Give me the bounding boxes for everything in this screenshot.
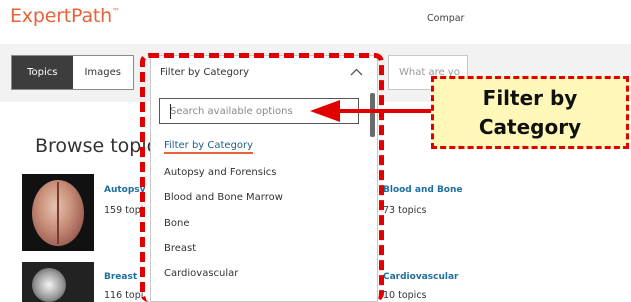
brain-midline (57, 182, 59, 244)
text-cursor (170, 104, 171, 119)
category-name-breast[interactable]: Breast (104, 272, 150, 282)
category-name-blood-bone[interactable]: Blood and Bone (383, 185, 463, 195)
category-filter-select[interactable]: Filter by Category (150, 55, 378, 90)
content-type-tabs: Topics Images (11, 55, 134, 90)
category-filter-value: Filter by Category (160, 67, 250, 78)
expertpath-logo[interactable]: ExpertPath™ (10, 5, 120, 27)
option-blood-bone-marrow[interactable]: Blood and Bone Marrow (164, 192, 283, 203)
option-cardiovascular[interactable]: Cardiovascular (164, 268, 238, 279)
annotation-line-1: Filter by (482, 85, 578, 110)
annotation-callout: Filter by Category (431, 76, 629, 149)
tab-topics[interactable]: Topics (12, 56, 73, 89)
breast-xray-image (32, 268, 66, 302)
breast-thumbnail[interactable] (22, 262, 94, 302)
category-count-blood-bone: 73 topics (383, 205, 427, 216)
option-breast[interactable]: Breast (164, 243, 196, 254)
annotation-line-2: Category (478, 114, 582, 139)
logo-trademark: ™ (112, 7, 120, 16)
category-count-breast: 116 topi (104, 290, 144, 301)
annotation-arrow-icon (310, 100, 434, 122)
category-count-autopsy: 159 topi (104, 205, 144, 216)
nav-compare-link[interactable]: Compar (427, 13, 464, 24)
category-name-cardiovascular[interactable]: Cardiovascular (383, 272, 463, 282)
logo-text: ExpertPath (10, 5, 112, 27)
chevron-up-icon[interactable] (350, 66, 363, 79)
category-count-cardiovascular: 10 topics (383, 290, 427, 301)
option-bone[interactable]: Bone (164, 218, 189, 229)
category-name-autopsy[interactable]: Autopsy (104, 185, 150, 195)
tab-images[interactable]: Images (73, 56, 134, 89)
browse-topics-heading: Browse topic (35, 135, 152, 157)
option-autopsy-forensics[interactable]: Autopsy and Forensics (164, 167, 276, 178)
autopsy-thumbnail[interactable] (22, 174, 94, 251)
option-filter-by-category[interactable]: Filter by Category (164, 140, 254, 154)
